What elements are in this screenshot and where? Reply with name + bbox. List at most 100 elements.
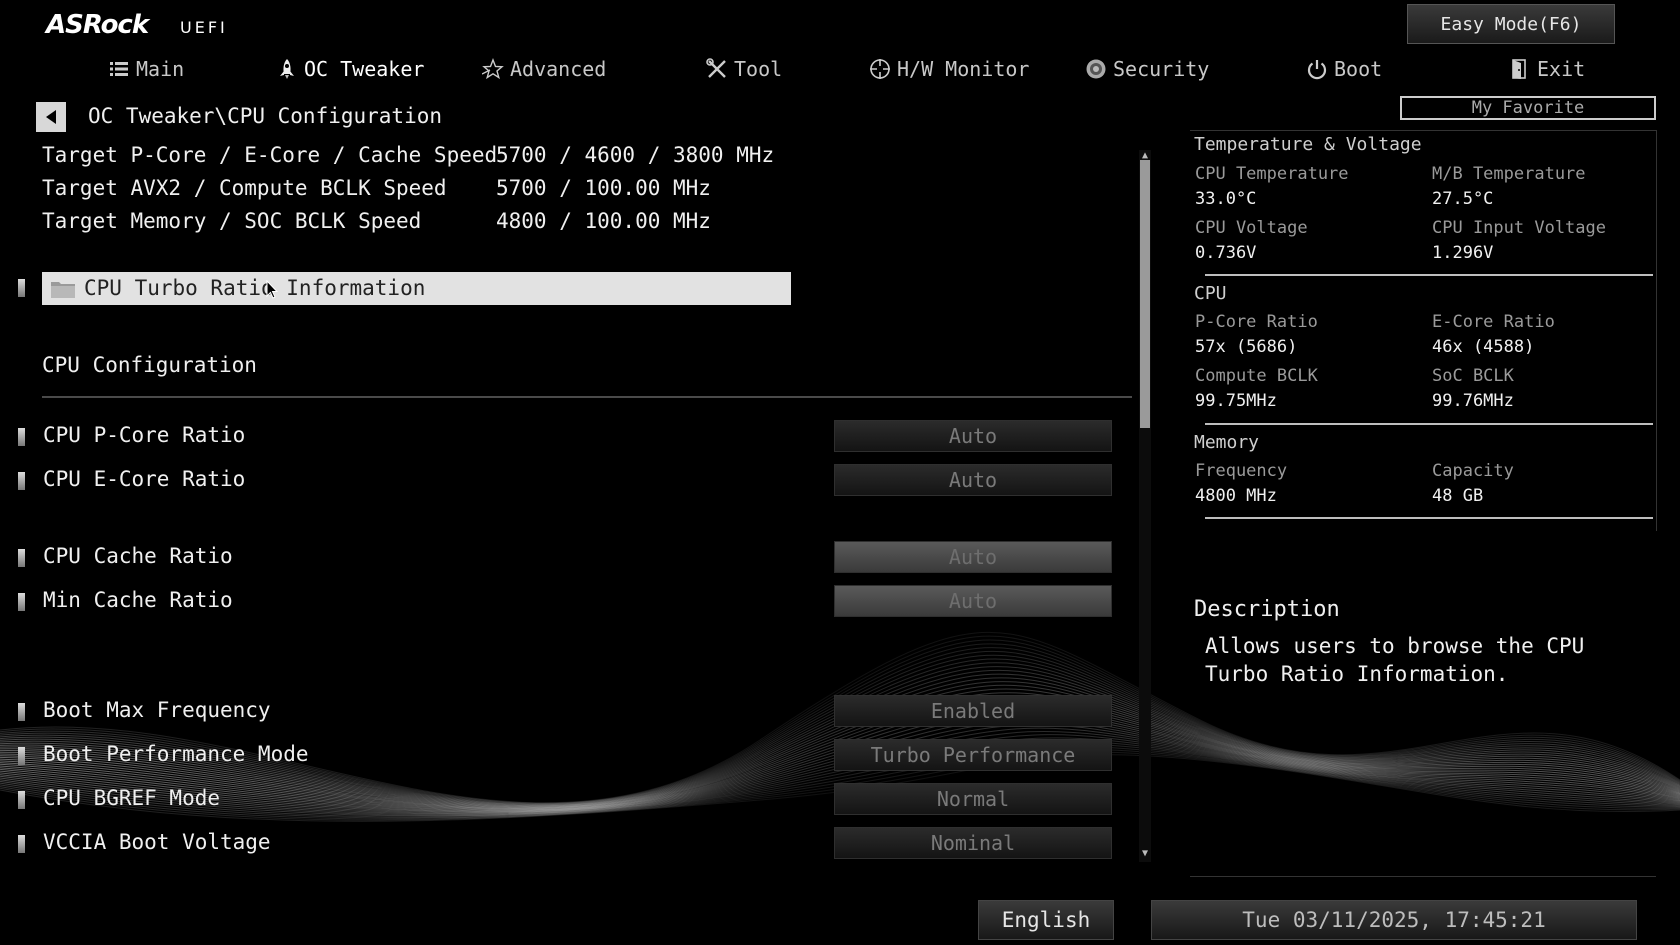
vccia-boot-voltage-select[interactable]: Nominal <box>834 827 1112 859</box>
info-label: Target Memory / SOC BCLK Speed <box>42 209 422 233</box>
setting-label: Boot Performance Mode <box>43 742 309 766</box>
setting-label: CPU BGREF Mode <box>43 786 221 810</box>
temp-voltage-title: Temperature & Voltage <box>1194 134 1422 155</box>
item-marker <box>18 747 25 765</box>
cpu-input-voltage-value: 1.296V <box>1432 243 1494 263</box>
tab-security[interactable]: Security <box>1085 52 1209 86</box>
scroll-up-arrow-icon[interactable]: ▲ <box>1139 150 1151 162</box>
star-icon <box>482 58 504 80</box>
memory-capacity-value: 48 GB <box>1432 486 1484 506</box>
setting-label: Min Cache Ratio <box>43 588 233 612</box>
back-button[interactable] <box>36 102 66 132</box>
item-marker <box>18 549 25 567</box>
cpu-cache-ratio-select[interactable]: Auto <box>834 541 1112 573</box>
door-icon <box>1512 59 1526 79</box>
boot-performance-mode-select[interactable]: Turbo Performance <box>834 739 1112 771</box>
submenu-label: CPU Turbo Ratio Information <box>84 276 426 300</box>
divider <box>1190 876 1656 877</box>
tab-advanced[interactable]: Advanced <box>482 52 606 86</box>
soc-bclk-label: SoC BCLK <box>1432 366 1514 386</box>
e-core-ratio-value: 46x (4588) <box>1432 337 1535 357</box>
cpu-temp-label: CPU Temperature <box>1195 164 1349 184</box>
mb-temp-label: M/B Temperature <box>1432 164 1586 184</box>
memory-frequency-label: Frequency <box>1195 461 1288 481</box>
easy-mode-button[interactable]: Easy Mode(F6) <box>1407 4 1615 44</box>
my-favorite-button[interactable]: My Favorite <box>1400 96 1656 120</box>
info-value: 4800 / 100.00 MHz <box>496 209 711 233</box>
tab-label: Exit <box>1537 57 1586 81</box>
tab-exit[interactable]: Exit <box>1509 52 1585 86</box>
setting-label: CPU Cache Ratio <box>43 544 233 568</box>
tab-oc-tweaker[interactable]: OC Tweaker <box>276 52 424 86</box>
info-value: 5700 / 4600 / 3800 MHz <box>496 143 775 167</box>
divider <box>42 396 1132 398</box>
memory-capacity-label: Capacity <box>1432 461 1514 481</box>
info-label: Target P-Core / E-Core / Cache Speed <box>42 143 498 167</box>
breadcrumb: OC Tweaker\CPU Configuration <box>88 104 443 128</box>
description-text: Allows users to browse the CPU Turbo Rat… <box>1205 634 1585 686</box>
item-marker <box>18 703 25 721</box>
description-title: Description <box>1194 597 1340 622</box>
tab-label: Tool <box>734 57 783 81</box>
datetime-display: Tue 03/11/2025, 17:45:21 <box>1151 900 1637 940</box>
boot-max-frequency-select[interactable]: Enabled <box>834 695 1112 727</box>
p-core-ratio-value: 57x (5686) <box>1195 337 1298 357</box>
compute-bclk-label: Compute BCLK <box>1195 366 1318 386</box>
tab-label: Main <box>136 57 185 81</box>
compute-bclk-value: 99.75MHz <box>1195 391 1277 411</box>
tab-boot[interactable]: Boot <box>1306 52 1382 86</box>
shield-icon <box>1086 59 1106 79</box>
cpu-temp-value: 33.0°C <box>1195 189 1257 209</box>
scrollbar-thumb[interactable] <box>1140 160 1150 428</box>
language-button[interactable]: English <box>978 900 1114 940</box>
uefi-label: UEFI <box>180 18 228 37</box>
tools-icon <box>706 58 726 78</box>
item-marker <box>18 279 25 297</box>
setting-label: VCCIA Boot Voltage <box>43 830 271 854</box>
p-core-ratio-label: P-Core Ratio <box>1195 312 1318 332</box>
cpu-input-voltage-label: CPU Input Voltage <box>1432 218 1606 238</box>
list-icon <box>110 62 128 76</box>
setting-label: CPU E-Core Ratio <box>43 467 246 491</box>
soc-bclk-value: 99.76MHz <box>1432 391 1514 411</box>
item-marker <box>18 472 25 490</box>
memory-frequency-value: 4800 MHz <box>1195 486 1277 506</box>
divider <box>1205 274 1653 276</box>
min-cache-ratio-select[interactable]: Auto <box>834 585 1112 617</box>
cpu-title: CPU <box>1194 283 1227 304</box>
info-value: 5700 / 100.00 MHz <box>496 176 711 200</box>
item-marker <box>18 835 25 853</box>
asrock-logo: ASRock <box>46 10 149 40</box>
setting-label: Boot Max Frequency <box>43 698 271 722</box>
info-label: Target AVX2 / Compute BCLK Speed <box>42 176 447 200</box>
cpu-e-core-ratio-select[interactable]: Auto <box>834 464 1112 496</box>
power-icon <box>1307 60 1327 80</box>
divider <box>1205 423 1653 425</box>
mouse-cursor-icon <box>266 280 278 299</box>
tab-main[interactable]: Main <box>108 52 184 86</box>
item-marker <box>18 593 25 611</box>
cpu-bgref-mode-select[interactable]: Normal <box>834 783 1112 815</box>
mb-temp-value: 27.5°C <box>1432 189 1494 209</box>
item-marker <box>18 428 25 446</box>
folder-icon <box>51 282 75 298</box>
tab-label: Advanced <box>510 57 607 81</box>
divider <box>1205 517 1653 519</box>
tab-label: H/W Monitor <box>897 57 1030 81</box>
tab-label: Security <box>1113 57 1210 81</box>
tab-tool[interactable]: Tool <box>706 52 782 86</box>
tab-hw-monitor[interactable]: H/W Monitor <box>869 52 1029 86</box>
section-title: CPU Configuration <box>42 353 257 377</box>
tab-label: OC Tweaker <box>304 57 425 81</box>
crosshair-icon <box>870 59 890 79</box>
setting-label: CPU P-Core Ratio <box>43 423 246 447</box>
memory-title: Memory <box>1194 432 1260 453</box>
rocket-icon <box>280 59 294 79</box>
back-arrow-icon <box>46 110 56 124</box>
item-marker <box>18 791 25 809</box>
cpu-voltage-value: 0.736V <box>1195 243 1257 263</box>
cpu-p-core-ratio-select[interactable]: Auto <box>834 420 1112 452</box>
scroll-down-arrow-icon[interactable]: ▼ <box>1139 848 1151 860</box>
cpu-voltage-label: CPU Voltage <box>1195 218 1308 238</box>
tab-label: Boot <box>1334 57 1383 81</box>
